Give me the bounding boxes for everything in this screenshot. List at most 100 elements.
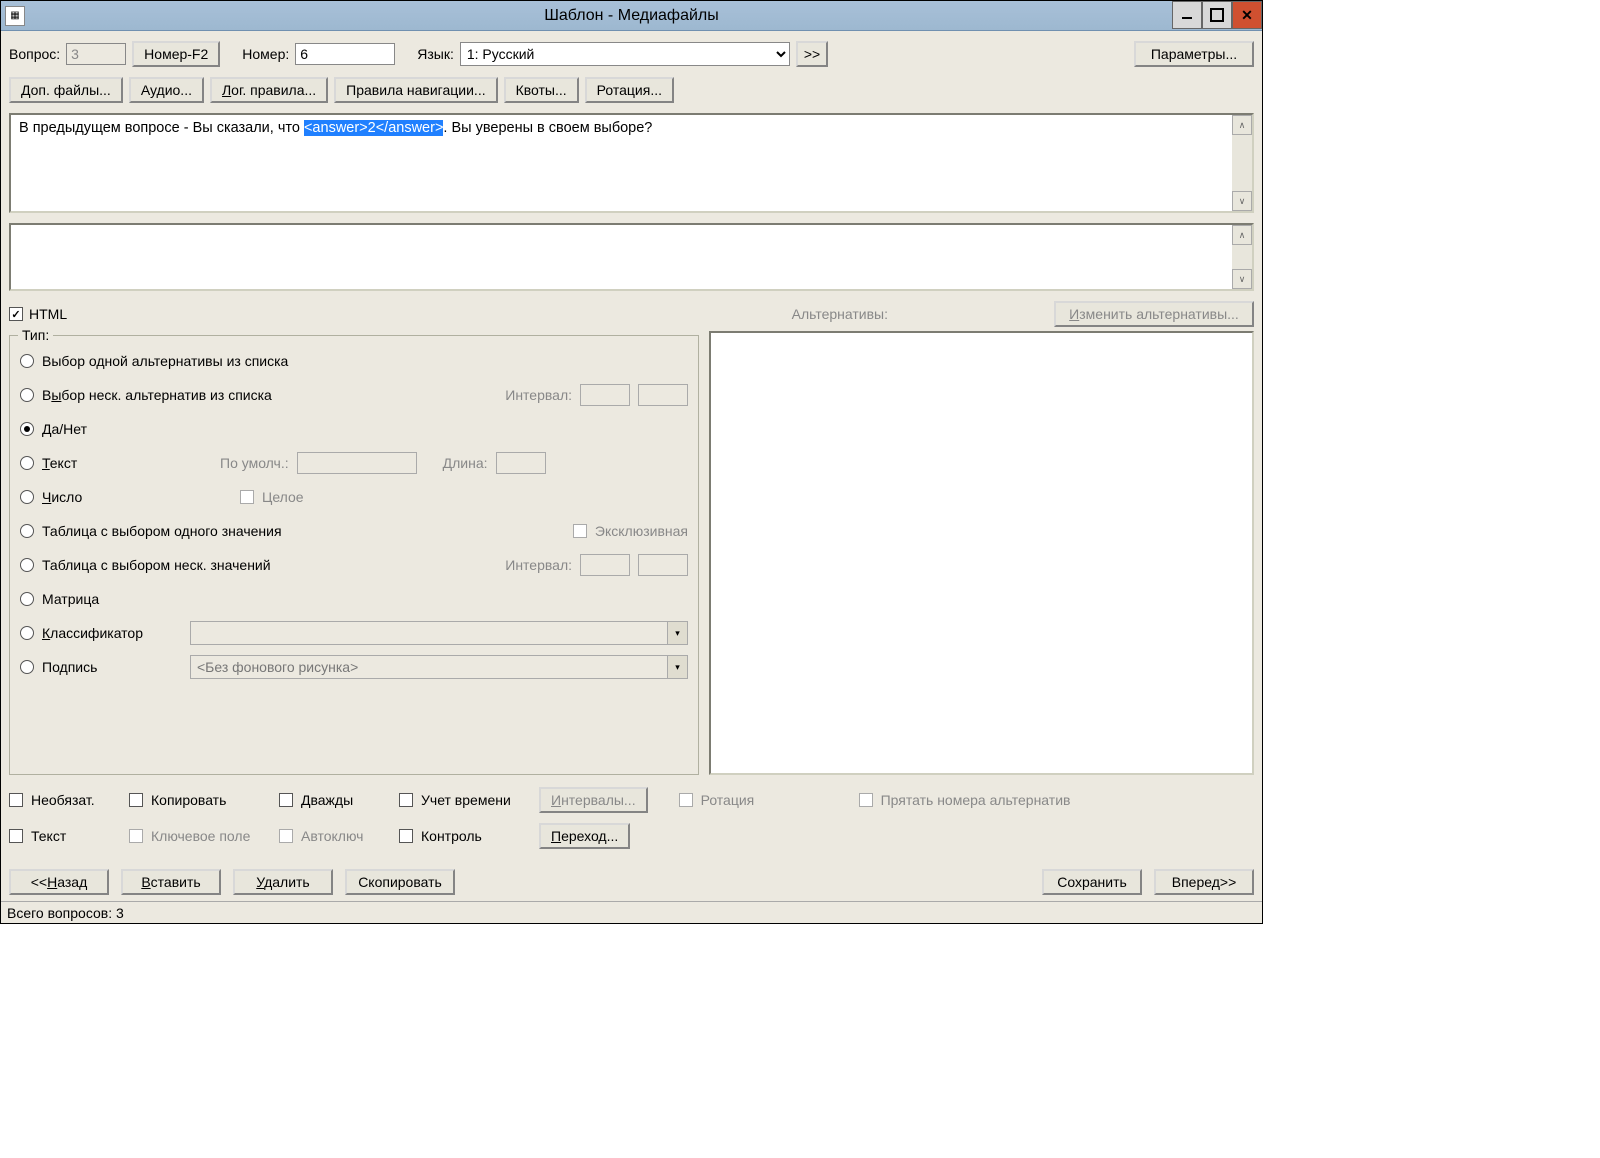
hide-alt-numbers-checkbox	[859, 793, 873, 807]
html-row: HTML Альтернативы: Изменить альтернативы…	[9, 301, 1254, 327]
app-icon: ▦	[5, 6, 25, 26]
radio-text[interactable]	[20, 456, 34, 470]
logic-rules-button[interactable]: Лог. правила...	[210, 77, 328, 103]
titlebar-buttons: ✕	[1172, 1, 1262, 30]
maximize-button[interactable]	[1202, 1, 1232, 29]
type-text-row: Текст По умолч.: Длина:	[20, 446, 688, 480]
time-tracking-checkbox[interactable]	[399, 793, 413, 807]
length-input	[496, 452, 546, 474]
question-text-content: В предыдущем вопросе - Вы сказали, что <…	[11, 115, 1232, 211]
type-table-multi-row: Таблица с выбором неск. значений Интерва…	[20, 548, 688, 582]
html-checkbox[interactable]	[9, 307, 23, 321]
twice-checkbox[interactable]	[279, 793, 293, 807]
bottom-check-row-2: Текст Ключевое поле Автоключ Контроль Пе…	[9, 823, 1254, 849]
integer-checkbox	[240, 490, 254, 504]
secondary-text-area[interactable]: ∧ ∨	[9, 223, 1254, 291]
close-button[interactable]: ✕	[1232, 1, 1262, 29]
radio-multi-choice[interactable]	[20, 388, 34, 402]
language-select[interactable]: 1: Русский	[460, 42, 790, 66]
scrollbar-1[interactable]: ∧ ∨	[1232, 115, 1252, 211]
radio-single-choice[interactable]	[20, 354, 34, 368]
header-row-2: Доп. файлы... Аудио... Лог. правила... П…	[9, 77, 1254, 103]
nav-button-row: <<Назад Вставить Удалить Скопировать Сох…	[9, 869, 1254, 895]
scrollbar-2[interactable]: ∧ ∨	[1232, 225, 1252, 289]
radio-classifier[interactable]	[20, 626, 34, 640]
scroll-down-icon[interactable]: ∨	[1232, 269, 1252, 289]
total-questions-label: Всего вопросов: 3	[7, 905, 124, 921]
number-label: Номер:	[242, 46, 289, 62]
type-number-row: Число Целое	[20, 480, 688, 514]
type-yesno-row: Да/Нет	[20, 412, 688, 446]
goto-button[interactable]: Переход...	[539, 823, 630, 849]
statusbar: Всего вопросов: 3	[1, 901, 1262, 923]
alternatives-listbox[interactable]	[709, 331, 1254, 775]
parameters-button[interactable]: Параметры...	[1134, 41, 1254, 67]
optional-checkbox[interactable]	[9, 793, 23, 807]
highlighted-tag: <answer>2</answer>	[304, 120, 443, 136]
question-text-area[interactable]: В предыдущем вопросе - Вы сказали, что <…	[9, 113, 1254, 213]
control-checkbox[interactable]	[399, 829, 413, 843]
save-button[interactable]: Сохранить	[1042, 869, 1142, 895]
scroll-up-icon[interactable]: ∧	[1232, 115, 1252, 135]
change-alternatives-button[interactable]: Изменить альтернативы...	[1054, 301, 1254, 327]
scroll-up-icon[interactable]: ∧	[1232, 225, 1252, 245]
key-field-checkbox	[129, 829, 143, 843]
html-checkbox-label: HTML	[29, 306, 67, 322]
quotas-button[interactable]: Квоты...	[504, 77, 579, 103]
type-matrix-row: Матрица	[20, 582, 688, 616]
table-interval-max-input	[638, 554, 688, 576]
alternatives-label: Альтернативы:	[792, 306, 888, 322]
question-label: Вопрос:	[9, 46, 60, 62]
delete-button[interactable]: Удалить	[233, 869, 333, 895]
audio-button[interactable]: Аудио...	[129, 77, 204, 103]
classifier-combo: ▾	[190, 621, 688, 645]
language-next-button[interactable]: >>	[796, 41, 828, 67]
caption-combo: <Без фонового рисунка> ▾	[190, 655, 688, 679]
chevron-down-icon: ▾	[667, 622, 687, 644]
chevron-down-icon: ▾	[667, 656, 687, 678]
back-button[interactable]: <<Назад	[9, 869, 109, 895]
autokey-checkbox	[279, 829, 293, 843]
header-row-1: Вопрос: Номер-F2 Номер: Язык: 1: Русский…	[9, 41, 1254, 67]
additional-files-button[interactable]: Доп. файлы...	[9, 77, 123, 103]
text-checkbox[interactable]	[9, 829, 23, 843]
type-multi-choice-row: Выбор неск. альтернатив из списка Интерв…	[20, 378, 688, 412]
titlebar: ▦ Шаблон - Медиафайлы ✕	[1, 1, 1262, 31]
middle-area: Тип: Выбор одной альтернативы из списка …	[9, 331, 1254, 775]
app-window: ▦ Шаблон - Медиафайлы ✕ Вопрос: Номер-F2…	[0, 0, 1263, 924]
exclusive-checkbox	[573, 524, 587, 538]
navigation-rules-button[interactable]: Правила навигации...	[334, 77, 497, 103]
radio-yesno[interactable]	[20, 422, 34, 436]
type-legend: Тип:	[18, 327, 53, 343]
interval-max-input	[638, 384, 688, 406]
rotation-button[interactable]: Ротация...	[585, 77, 674, 103]
bottom-check-row-1: Необязат. Копировать Дважды Учет времени…	[9, 787, 1254, 813]
minimize-button[interactable]	[1172, 1, 1202, 29]
radio-matrix[interactable]	[20, 592, 34, 606]
table-interval-min-input	[580, 554, 630, 576]
number-f2-button[interactable]: Номер-F2	[132, 41, 220, 67]
interval-min-input	[580, 384, 630, 406]
radio-table-multi[interactable]	[20, 558, 34, 572]
insert-button[interactable]: Вставить	[121, 869, 221, 895]
radio-caption[interactable]	[20, 660, 34, 674]
type-table-single-row: Таблица с выбором одного значения Эксклю…	[20, 514, 688, 548]
type-classifier-row: Классификатор ▾	[20, 616, 688, 650]
window-title: Шаблон - Медиафайлы	[544, 7, 719, 25]
scroll-down-icon[interactable]: ∨	[1232, 191, 1252, 211]
question-number-input	[66, 43, 126, 65]
intervals-button[interactable]: Интервалы...	[539, 787, 648, 813]
radio-table-single[interactable]	[20, 524, 34, 538]
forward-button[interactable]: Вперед>>	[1154, 869, 1254, 895]
content-area: Вопрос: Номер-F2 Номер: Язык: 1: Русский…	[1, 31, 1262, 901]
copy-button[interactable]: Скопировать	[345, 869, 455, 895]
language-label: Язык:	[417, 46, 454, 62]
rotation-checkbox	[679, 793, 693, 807]
type-single-choice-row: Выбор одной альтернативы из списка	[20, 344, 688, 378]
type-fieldset: Тип: Выбор одной альтернативы из списка …	[9, 335, 699, 775]
default-text-input	[297, 452, 417, 474]
radio-number[interactable]	[20, 490, 34, 504]
type-caption-row: Подпись <Без фонового рисунка> ▾	[20, 650, 688, 684]
copy-checkbox[interactable]	[129, 793, 143, 807]
number-input[interactable]	[295, 43, 395, 65]
